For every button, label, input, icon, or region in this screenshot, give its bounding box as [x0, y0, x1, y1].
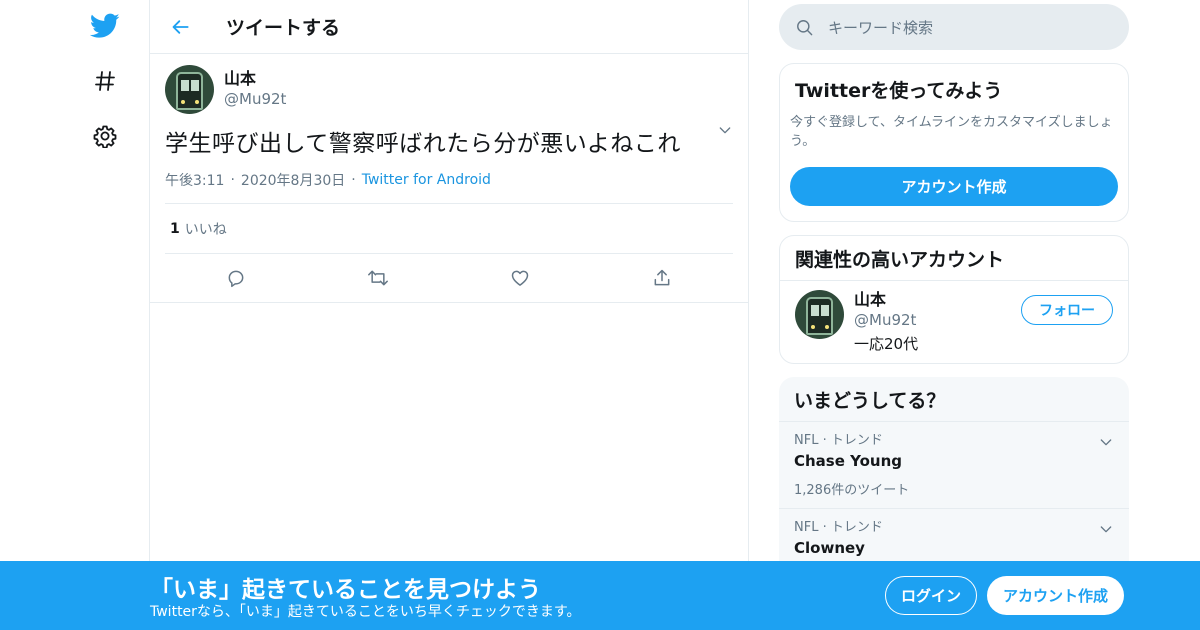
reply-icon [228, 270, 244, 288]
meta-separator: · [230, 171, 235, 188]
main-column: ツイートする 山本 @Mu92t 学生呼び出して警察呼ばれたら分が悪いよねこれ … [149, 0, 749, 630]
login-button[interactable]: ログイン [885, 576, 977, 615]
tweet-date[interactable]: 2020年8月30日 [241, 170, 345, 190]
signup-card-subtitle: 今すぐ登録して、タイムラインをカスタマイズしましょう。 [790, 115, 1113, 149]
banner-subtitle: Twitterなら、「いま」起きていることをいち早くチェックできます。 [150, 604, 581, 620]
tweet-actions [150, 254, 748, 303]
share-icon [654, 269, 670, 286]
related-card-title: 関連性の高いアカウント [795, 248, 1005, 271]
tweet-stats[interactable]: 1 いいね [165, 204, 733, 254]
trend-name: Chase Young [794, 452, 903, 470]
author-name[interactable]: 山本 [224, 69, 286, 89]
retweet-button[interactable] [359, 259, 397, 297]
tweet-time[interactable]: 午後3:11 [165, 170, 224, 190]
follow-button[interactable]: フォロー [1021, 295, 1113, 325]
related-user-handle[interactable]: @Mu92t [854, 310, 918, 330]
signup-banner: 「いま」起きていることを見つけよう Twitterなら、「いま」起きていることを… [0, 561, 1200, 630]
gear-icon [93, 125, 117, 148]
twitter-logo-link[interactable] [86, 7, 124, 45]
signup-card: Twitterを使ってみよう 今すぐ登録して、タイムラインをカスタマイズしましょ… [779, 63, 1129, 222]
tweet-text: 学生呼び出して警察呼ばれたら分が悪いよねこれ [165, 131, 681, 157]
search-bar[interactable]: キーワード検索 [779, 4, 1129, 50]
like-label: いいね [184, 221, 227, 238]
chevron-down-icon [1100, 439, 1112, 446]
right-sidebar: キーワード検索 Twitterを使ってみよう 今すぐ登録して、タイムラインをカス… [779, 0, 1129, 596]
create-account-button[interactable]: アカウント作成 [790, 167, 1118, 206]
tweet-detail: 山本 @Mu92t 学生呼び出して警察呼ばれたら分が悪いよねこれ 午後3:11 … [150, 54, 748, 303]
reply-button[interactable] [217, 259, 255, 297]
related-user-name[interactable]: 山本 [854, 290, 918, 310]
tweet-author[interactable]: 山本 @Mu92t [165, 64, 733, 114]
avatar[interactable] [795, 290, 844, 339]
trend-count: 1,286件のツイート [794, 483, 910, 498]
like-button[interactable] [501, 259, 539, 297]
related-accounts-card: 関連性の高いアカウント 山本 @Mu92t 一応20代 フォロー [779, 235, 1129, 364]
trend-item[interactable]: NFL · トレンド Chase Young 1,286件のツイート [779, 422, 1129, 509]
banner-title: 「いま」起きていることを見つけよう [150, 577, 541, 603]
page-header: ツイートする [150, 0, 748, 54]
chevron-down-icon [1100, 526, 1112, 533]
twitter-bird-icon [90, 13, 120, 38]
trend-context: NFL · トレンド [794, 520, 883, 535]
arrow-left-icon [172, 19, 189, 34]
banner-create-account-button[interactable]: アカウント作成 [987, 576, 1124, 615]
trend-name: Clowney [794, 539, 865, 557]
like-count: 1 [170, 220, 180, 237]
search-icon [797, 19, 813, 35]
share-button[interactable] [643, 259, 681, 297]
settings-link[interactable] [86, 117, 124, 155]
related-user[interactable]: 山本 @Mu92t 一応20代 フォロー [780, 281, 1128, 363]
hashtag-icon [95, 71, 115, 91]
author-handle[interactable]: @Mu92t [224, 89, 286, 109]
chevron-down-icon [719, 127, 731, 134]
trends-card-title: いまどうしてる？ [794, 389, 946, 412]
tweet-menu-button[interactable] [717, 122, 733, 142]
back-button[interactable] [162, 8, 200, 46]
retweet-icon [368, 270, 388, 286]
meta-separator: · [351, 171, 356, 188]
page-title: ツイートする [226, 17, 341, 39]
avatar[interactable] [165, 64, 214, 114]
tweet-client-link[interactable]: Twitter for Android [362, 172, 491, 188]
left-nav [0, 0, 150, 630]
signup-card-title: Twitterを使ってみよう [795, 80, 1003, 102]
tweet-meta: 午後3:11 · 2020年8月30日 · Twitter for Androi… [165, 170, 733, 204]
trend-context: NFL · トレンド [794, 433, 883, 448]
related-user-bio: 一応20代 [854, 335, 919, 353]
heart-icon [511, 270, 529, 286]
trend-menu-button[interactable] [1098, 521, 1114, 541]
trend-menu-button[interactable] [1098, 434, 1114, 454]
search-input[interactable]: キーワード検索 [828, 17, 933, 38]
explore-link[interactable] [86, 62, 124, 100]
